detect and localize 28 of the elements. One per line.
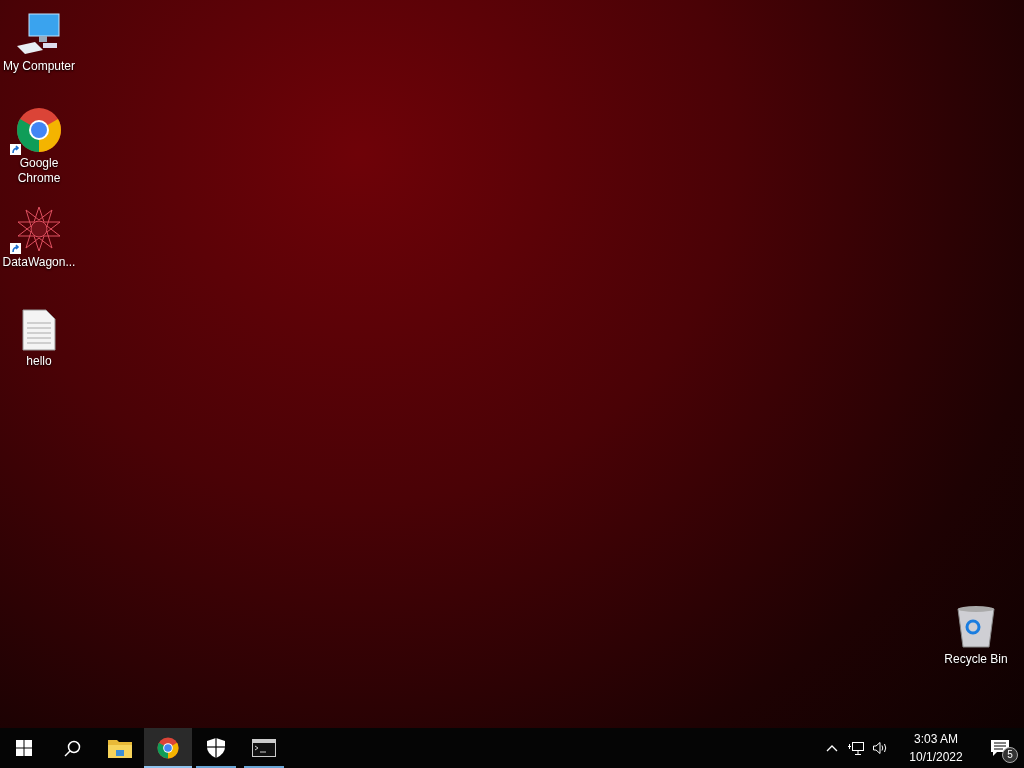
icon-label[interactable]: Google Chrome [0, 156, 78, 186]
recycle-bin-icon [956, 605, 996, 649]
chevron-up-icon[interactable] [826, 744, 838, 752]
taskbar-app-button[interactable] [144, 728, 192, 768]
clock-time: 3:03 AM [914, 731, 958, 748]
icon-label[interactable]: DataWagon... [0, 255, 78, 270]
action-center-button[interactable]: 5 [976, 728, 1024, 768]
notification-count-badge: 5 [1002, 747, 1018, 763]
speaker-icon[interactable] [872, 741, 888, 755]
chrome-icon [157, 737, 179, 759]
star-pattern-icon [16, 206, 62, 252]
shortcut-arrow-icon [10, 243, 21, 254]
icon-label[interactable]: My Computer [0, 59, 78, 74]
computer-icon [15, 12, 63, 56]
clock-date: 10/1/2022 [909, 749, 963, 766]
icon-label[interactable]: Recycle Bin [937, 652, 1015, 667]
terminal-icon [252, 739, 276, 757]
clock[interactable]: 3:03 AM 10/1/2022 [896, 730, 976, 766]
folder-icon [108, 738, 132, 758]
document-icon [22, 309, 56, 351]
network-icon[interactable] [848, 740, 864, 756]
notification-icon [991, 739, 1009, 757]
search-icon [63, 739, 81, 757]
shortcut-arrow-icon [10, 144, 21, 155]
icon-label[interactable]: hello [0, 354, 78, 369]
windows-logo-icon [16, 740, 32, 756]
shield-icon [207, 738, 225, 758]
chrome-icon [16, 107, 62, 153]
